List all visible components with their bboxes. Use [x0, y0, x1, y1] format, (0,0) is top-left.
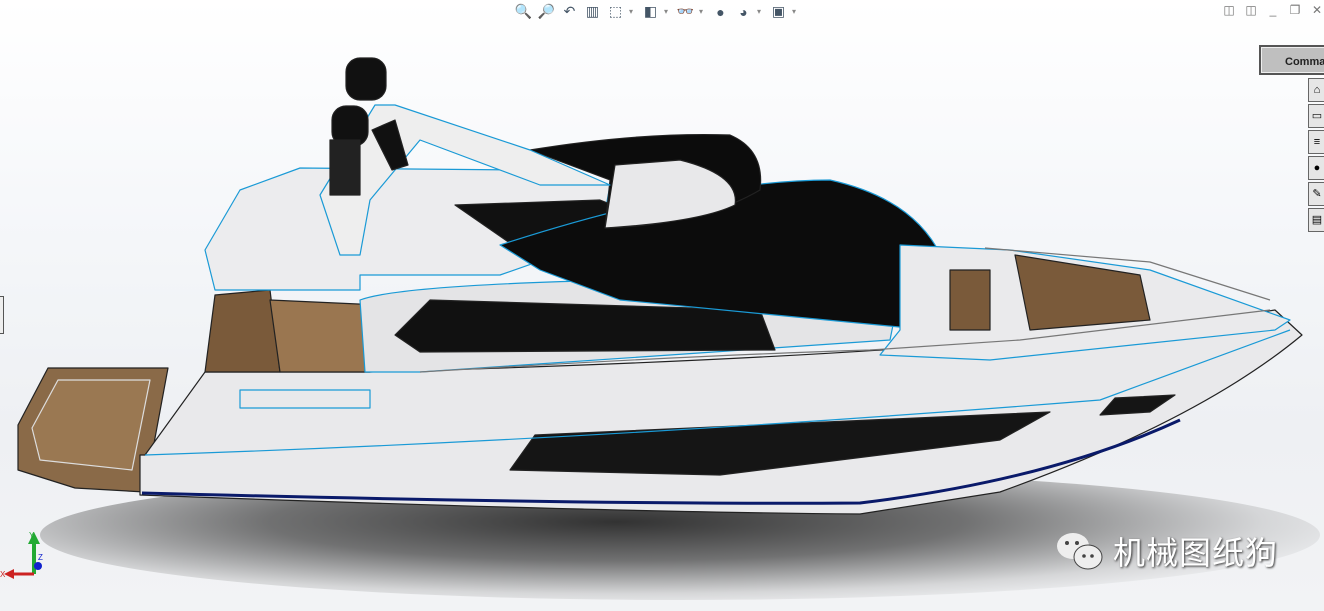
coordinate-triad: Y X Z [0, 531, 43, 579]
mast [329, 139, 361, 196]
yacht-3d-model[interactable] [0, 0, 1324, 611]
watermark-text: 机械图纸狗 [1113, 535, 1279, 571]
bow-seats [949, 269, 991, 331]
wechat-icon [1057, 533, 1103, 570]
z-axis-label: Z [38, 553, 43, 562]
radar-dome [345, 57, 387, 101]
z-axis-arrow [34, 562, 42, 570]
x-axis-label: X [0, 570, 6, 579]
y-axis-label: Y [29, 531, 35, 540]
cockpit-seating [204, 289, 281, 373]
x-axis-head [4, 569, 14, 579]
watermark: 机械图纸狗 [1055, 528, 1278, 574]
sunpad [1014, 254, 1151, 331]
